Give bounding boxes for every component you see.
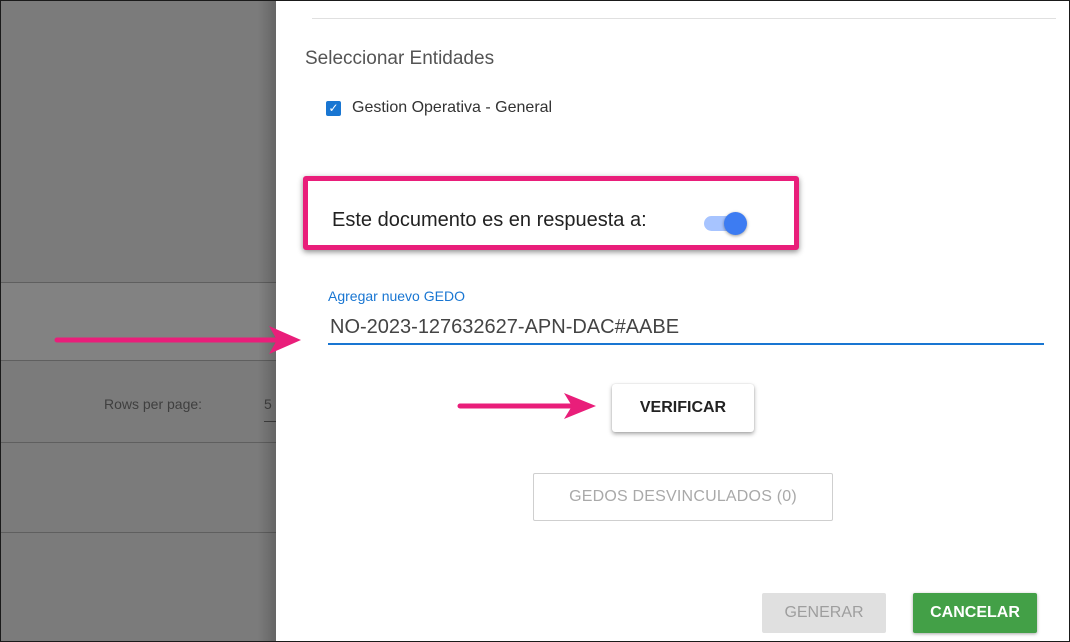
background-divider bbox=[0, 282, 276, 283]
response-toggle-label: Este documento es en respuesta a: bbox=[332, 209, 647, 231]
generate-document-dialog: Seleccionar Entidades ✓ Gestion Operativ… bbox=[276, 0, 1070, 642]
background-page-overlay: Rows per page: 5 bbox=[0, 0, 276, 642]
generate-button[interactable]: GENERAR bbox=[762, 593, 886, 633]
verify-button[interactable]: VERIFICAR bbox=[612, 384, 754, 432]
section-title: Seleccionar Entidades bbox=[305, 48, 495, 69]
dialog-shadow bbox=[258, 0, 276, 642]
unlinked-gedos-button[interactable]: GEDOS DESVINCULADOS (0) bbox=[533, 473, 833, 521]
check-icon: ✓ bbox=[328, 101, 339, 115]
annotation-highlight-box: Este documento es en respuesta a: bbox=[303, 176, 799, 250]
toggle-thumb bbox=[724, 212, 747, 235]
gedo-input[interactable] bbox=[328, 311, 1044, 345]
gedo-field-label: Agregar nuevo GEDO bbox=[328, 288, 465, 304]
entity-checkbox-label[interactable]: Gestion Operativa - General bbox=[352, 99, 552, 117]
background-divider bbox=[0, 360, 276, 361]
top-divider bbox=[312, 18, 1056, 19]
cancel-button[interactable]: CANCELAR bbox=[913, 593, 1037, 633]
background-divider bbox=[0, 442, 276, 443]
response-toggle[interactable] bbox=[704, 212, 750, 235]
rows-per-page-label: Rows per page: bbox=[104, 396, 203, 412]
background-divider bbox=[0, 532, 276, 533]
arrow-right-icon bbox=[457, 393, 596, 419]
arrow-right-icon bbox=[54, 326, 301, 354]
entity-checkbox[interactable]: ✓ bbox=[326, 101, 341, 116]
